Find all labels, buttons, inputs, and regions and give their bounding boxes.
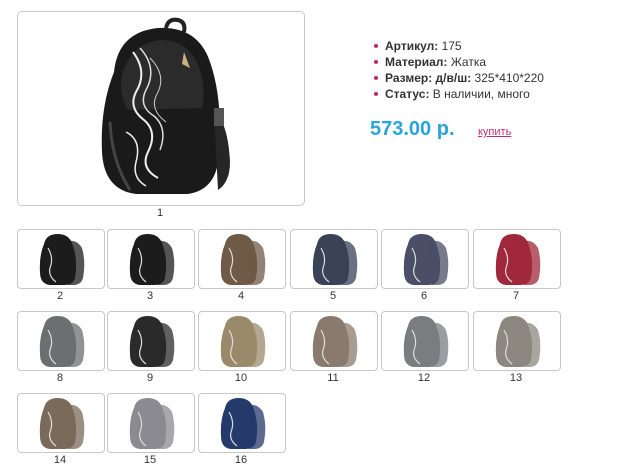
product-price: 573.00 р. xyxy=(370,118,455,140)
property-article: Артикул: 175 xyxy=(372,38,544,54)
backpack-image xyxy=(101,17,230,194)
thumbnail-caption: 7 xyxy=(512,290,520,302)
backpack-thumbnail-image xyxy=(129,398,175,449)
backpack-thumbnail-image xyxy=(220,234,266,285)
thumbnail-10[interactable] xyxy=(198,311,286,371)
backpack-thumbnail-image xyxy=(403,234,449,285)
backpack-thumbnail-image xyxy=(39,234,85,285)
thumbnail-caption: 2 xyxy=(56,290,64,302)
backpack-thumbnail-image xyxy=(220,316,266,367)
backpack-thumbnail-image xyxy=(312,234,358,285)
bullet-icon xyxy=(374,60,378,64)
thumbnail-5[interactable] xyxy=(290,229,378,289)
thumbnail-16[interactable] xyxy=(198,393,286,453)
buy-link[interactable]: купить xyxy=(478,126,511,138)
thumbnail-8[interactable] xyxy=(17,311,105,371)
thumbnail-11[interactable] xyxy=(290,311,378,371)
backpack-thumbnail-image xyxy=(495,316,541,367)
thumbnail-caption: 13 xyxy=(509,372,523,384)
thumbnail-caption: 16 xyxy=(234,454,248,466)
thumbnail-13[interactable] xyxy=(473,311,561,371)
bullet-icon xyxy=(374,92,378,96)
backpack-thumbnail-image xyxy=(220,398,266,449)
thumbnail-caption: 6 xyxy=(420,290,428,302)
product-properties: Артикул: 175 Материал: Жатка Размер: д/в… xyxy=(372,38,544,102)
property-material: Материал: Жатка xyxy=(372,54,544,70)
backpack-thumbnail-image xyxy=(129,316,175,367)
property-status: Статус: В наличии, много xyxy=(372,86,544,102)
thumbnail-9[interactable] xyxy=(107,311,195,371)
backpack-thumbnail-image xyxy=(312,316,358,367)
backpack-thumbnail-image xyxy=(39,316,85,367)
thumbnail-14[interactable] xyxy=(17,393,105,453)
thumbnail-caption: 8 xyxy=(56,372,64,384)
main-image-caption: 1 xyxy=(156,207,164,219)
thumbnail-12[interactable] xyxy=(381,311,469,371)
backpack-thumbnail-image xyxy=(129,234,175,285)
thumbnail-caption: 14 xyxy=(53,454,67,466)
thumbnail-caption: 3 xyxy=(146,290,154,302)
bullet-icon xyxy=(374,76,378,80)
thumbnail-caption: 5 xyxy=(329,290,337,302)
thumbnail-4[interactable] xyxy=(198,229,286,289)
thumbnail-2[interactable] xyxy=(17,229,105,289)
property-size: Размер: д/в/ш: 325*410*220 xyxy=(372,70,544,86)
main-product-image[interactable] xyxy=(17,11,305,206)
thumbnail-caption: 15 xyxy=(143,454,157,466)
thumbnail-3[interactable] xyxy=(107,229,195,289)
backpack-thumbnail-image xyxy=(495,234,541,285)
thumbnail-caption: 9 xyxy=(146,372,154,384)
thumbnail-6[interactable] xyxy=(381,229,469,289)
thumbnail-15[interactable] xyxy=(107,393,195,453)
backpack-thumbnail-image xyxy=(403,316,449,367)
thumbnail-caption: 11 xyxy=(327,372,339,384)
backpack-thumbnail-image xyxy=(39,398,85,449)
thumbnail-7[interactable] xyxy=(473,229,561,289)
bullet-icon xyxy=(374,44,378,48)
thumbnail-caption: 12 xyxy=(417,372,431,384)
thumbnail-caption: 4 xyxy=(237,290,245,302)
thumbnail-caption: 10 xyxy=(234,372,248,384)
